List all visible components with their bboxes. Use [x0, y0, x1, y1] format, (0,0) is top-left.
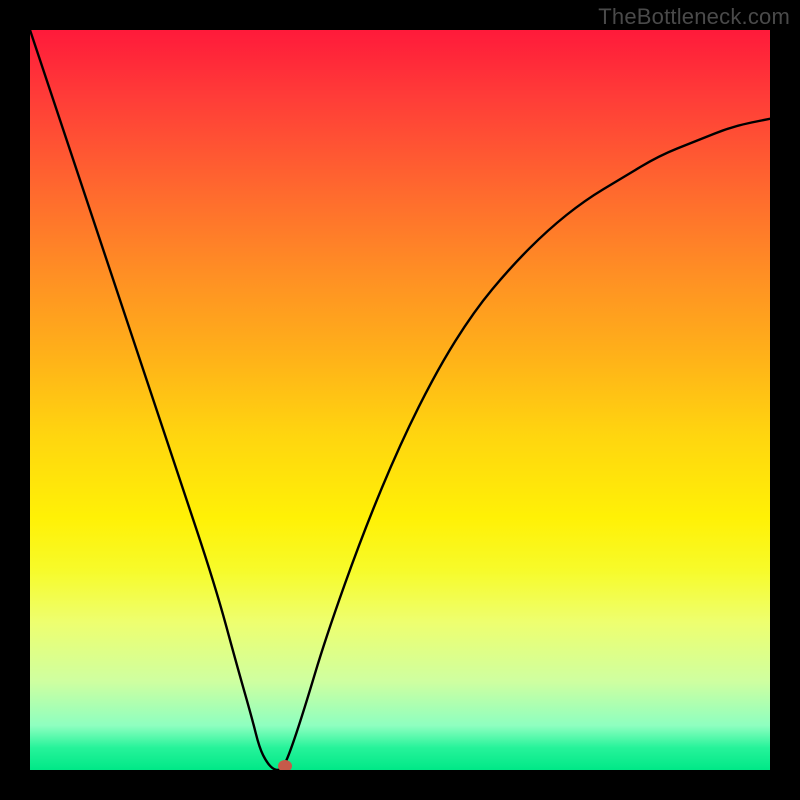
curve-layer [30, 30, 770, 770]
plot-area [30, 30, 770, 770]
chart-frame: TheBottleneck.com [0, 0, 800, 800]
watermark-text: TheBottleneck.com [598, 4, 790, 30]
bottleneck-curve [30, 30, 770, 770]
optimal-point-marker [278, 760, 292, 770]
